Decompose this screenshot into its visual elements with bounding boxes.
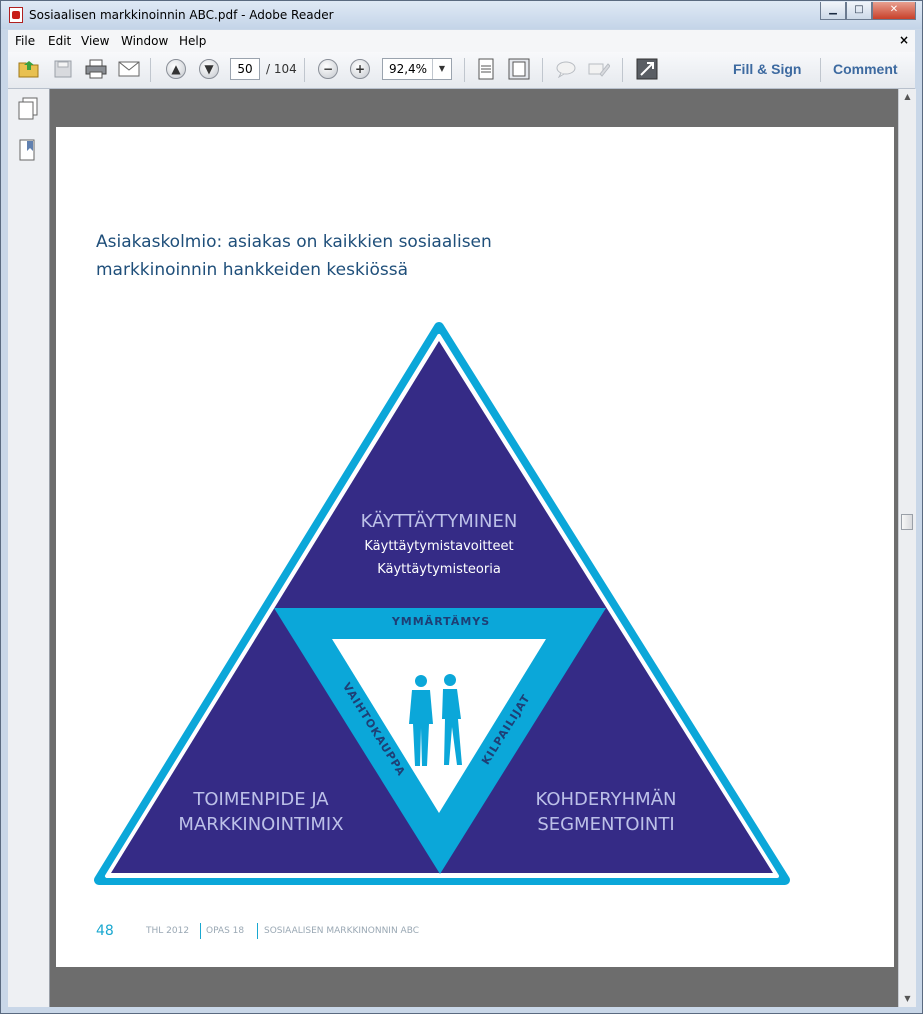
footer-series: OPAS 18	[206, 926, 245, 936]
footer-divider	[200, 923, 201, 939]
window-controls: ▁ □ ✕	[820, 2, 916, 22]
chevron-down-icon[interactable]: ▼	[432, 59, 451, 79]
title-bar[interactable]: Sosiaalisen markkinoinnin ABC.pdf - Adob…	[1, 1, 922, 29]
page-total: / 104	[266, 62, 297, 76]
close-button[interactable]: ✕	[872, 2, 916, 20]
menu-file[interactable]: File	[15, 34, 35, 48]
footer-publisher: THL 2012	[146, 926, 190, 936]
print-icon[interactable]	[85, 58, 107, 80]
pdf-page: Asiakaskolmio: asiakas on kaikkien sosia…	[56, 127, 894, 967]
minimize-button[interactable]: ▁	[820, 2, 846, 20]
prev-page-icon[interactable]: ▲	[165, 58, 187, 80]
fill-sign-button[interactable]: Fill & Sign	[733, 61, 801, 77]
toolbar-separator	[542, 58, 543, 82]
zoom-in-icon[interactable]: +	[349, 58, 371, 80]
menu-help[interactable]: Help	[179, 34, 206, 48]
toolbar-separator	[820, 58, 821, 82]
page-thumbnails-icon[interactable]	[17, 97, 39, 121]
app-window: Sosiaalisen markkinoinnin ABC.pdf - Adob…	[0, 0, 923, 1014]
maximize-button[interactable]: □	[846, 2, 872, 20]
window-title: Sosiaalisen markkinoinnin ABC.pdf - Adob…	[29, 8, 334, 22]
footer-doc-title: SOSIAALISEN MARKKINONNIN ABC	[264, 926, 420, 936]
menu-window[interactable]: Window	[121, 34, 168, 48]
email-icon[interactable]	[118, 58, 140, 80]
zoom-select[interactable]: ▼	[382, 58, 452, 80]
toolbar-separator	[150, 58, 151, 82]
menu-bar: File Edit View Window Help ×	[8, 30, 915, 53]
zoom-out-icon[interactable]: −	[317, 58, 339, 80]
toolbar-separator	[622, 58, 623, 82]
page-number-input[interactable]	[230, 58, 260, 80]
toolbar: ▲ ▼ / 104 − + ▼ Fill & Sign Comment	[8, 52, 915, 89]
scroll-up-icon[interactable]: ▲	[899, 89, 916, 105]
document-viewport[interactable]: Asiakaskolmio: asiakas on kaikkien sosia…	[50, 89, 898, 1007]
triangle-left-title: TOIMENPIDE JA	[193, 789, 329, 810]
toolbar-separator	[304, 58, 305, 82]
adobe-reader-icon	[9, 7, 23, 23]
footer-divider	[257, 923, 258, 939]
open-icon[interactable]	[18, 58, 40, 80]
toolbar-separator	[464, 58, 465, 82]
fit-page-icon[interactable]	[475, 58, 497, 80]
menu-edit[interactable]: Edit	[48, 34, 71, 48]
zoom-input[interactable]	[383, 59, 433, 79]
fit-width-icon[interactable]	[508, 58, 530, 80]
save-icon[interactable]	[52, 58, 74, 80]
full-screen-icon[interactable]	[636, 58, 658, 80]
footer-page-number: 48	[96, 923, 114, 939]
vertical-scrollbar[interactable]: ▲ ▼	[898, 89, 916, 1007]
next-page-icon[interactable]: ▼	[198, 58, 220, 80]
scroll-down-icon[interactable]: ▼	[899, 991, 916, 1007]
comment-button[interactable]: Comment	[833, 61, 898, 77]
close-document-icon[interactable]: ×	[899, 33, 909, 47]
bookmarks-icon[interactable]	[17, 139, 39, 163]
triangle-left-title: MARKKINOINTIMIX	[178, 814, 344, 835]
triangle-top-line: Käyttäytymisteoria	[377, 562, 501, 577]
triangle-top-line: Käyttäytymistavoitteet	[364, 539, 514, 554]
highlight-icon[interactable]	[588, 58, 610, 80]
sticky-note-icon[interactable]	[555, 58, 577, 80]
navigation-pane	[8, 89, 50, 1007]
band-label-top: YMMÄRTÄMYS	[391, 615, 491, 628]
triangle-right-title: KOHDERYHMÄN	[535, 789, 677, 810]
scroll-thumb[interactable]	[901, 514, 913, 530]
triangle-top-title: KÄYTTÄYTYMINEN	[360, 511, 518, 532]
triangle-right-title: SEGMENTOINTI	[537, 814, 675, 835]
menu-view[interactable]: View	[81, 34, 109, 48]
